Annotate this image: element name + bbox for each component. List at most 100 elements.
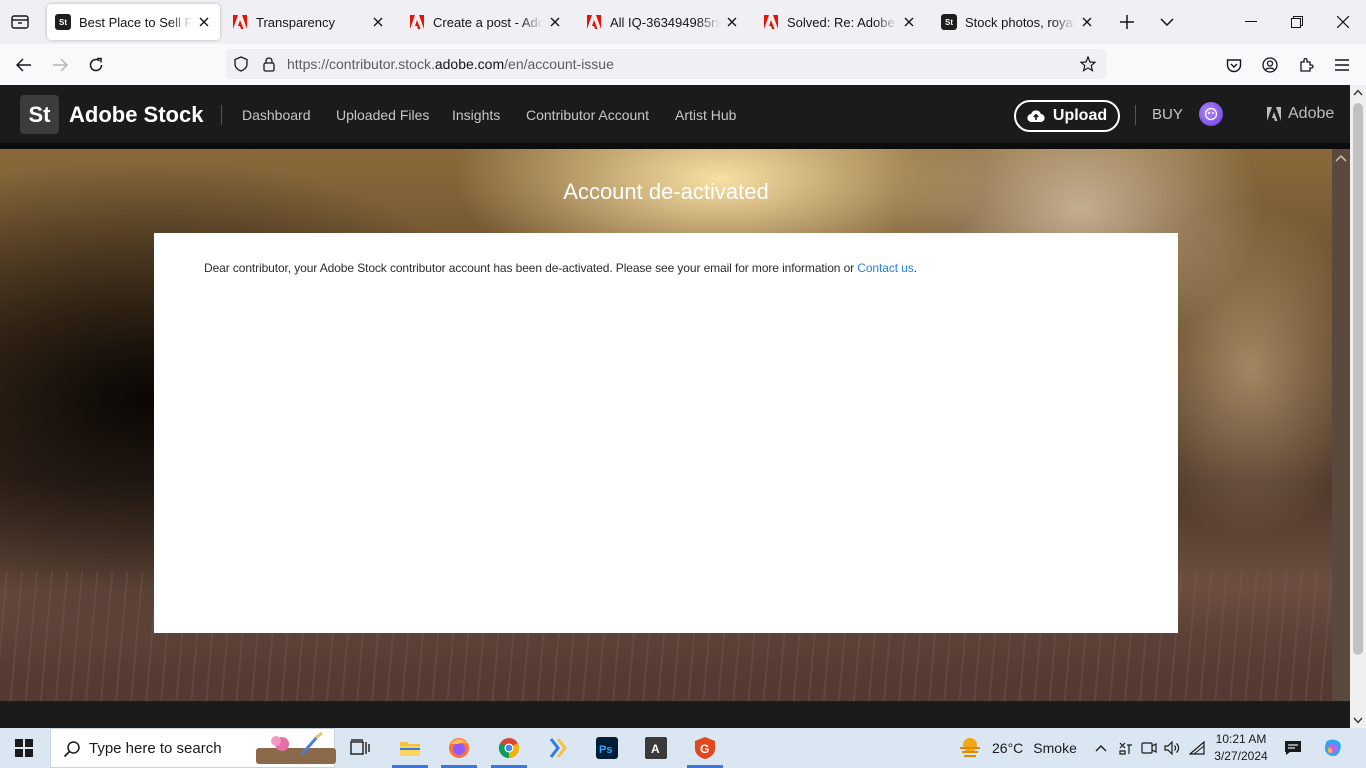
scroll-down-icon[interactable] xyxy=(1353,715,1363,725)
divider xyxy=(1135,105,1136,125)
search-highlight-illustration xyxy=(256,732,336,764)
tab-title: Create a post - Adobe Community xyxy=(433,14,543,30)
inner-scroll-up-icon[interactable] xyxy=(1335,153,1347,163)
adobe-stock-icon: St xyxy=(941,14,957,30)
close-icon[interactable] xyxy=(724,14,740,30)
brand-name[interactable]: Adobe Stock xyxy=(69,102,203,128)
task-view-icon[interactable] xyxy=(336,728,384,768)
window-close-icon[interactable] xyxy=(1320,0,1366,44)
copilot-icon[interactable] xyxy=(1322,738,1344,758)
forward-arrow-icon[interactable] xyxy=(47,52,73,78)
avatar[interactable] xyxy=(1199,102,1223,126)
nav-contributor-account[interactable]: Contributor Account xyxy=(526,107,649,123)
close-icon[interactable] xyxy=(901,14,917,30)
bookmark-star-icon[interactable] xyxy=(1080,56,1096,72)
file-explorer-icon[interactable] xyxy=(386,728,434,768)
lock-icon[interactable] xyxy=(261,56,277,72)
firefox-view-icon[interactable] xyxy=(6,10,34,34)
adobe-logo[interactable]: Adobe xyxy=(1266,105,1334,123)
page-title: Account de-activated xyxy=(563,179,769,204)
browser-tab-6[interactable]: St Stock photos, royalty-free xyxy=(933,4,1103,40)
nav-artist-hub[interactable]: Artist Hub xyxy=(675,107,736,123)
adobe-stock-logo[interactable]: St xyxy=(20,95,59,134)
buy-link[interactable]: BUY xyxy=(1152,106,1183,123)
show-hidden-icons-chevron-up-icon[interactable] xyxy=(1092,738,1110,758)
clock-date: 3/27/2024 xyxy=(1214,749,1268,763)
address-bar[interactable]: https://contributor.stock.adobe.com/en/a… xyxy=(226,49,1106,79)
haze-weather-icon xyxy=(960,738,980,757)
close-icon[interactable] xyxy=(1079,14,1095,30)
close-icon[interactable] xyxy=(370,14,386,30)
pocket-icon[interactable] xyxy=(1221,52,1247,78)
upload-button[interactable]: Upload xyxy=(1014,100,1120,132)
power-automate-icon[interactable] xyxy=(534,728,582,768)
nav-dashboard[interactable]: Dashboard xyxy=(242,107,311,123)
list-all-tabs-chevron-down-icon[interactable] xyxy=(1154,10,1180,34)
clock-time: 10:21 AM xyxy=(1215,732,1267,746)
adobe-stock-header: St Adobe Stock Dashboard Uploaded Files … xyxy=(0,85,1350,143)
page-scrollbar[interactable] xyxy=(1350,85,1366,728)
browser-tab-2[interactable]: Transparency xyxy=(224,4,394,40)
system-clock[interactable]: 10:21 AM 3/27/2024 xyxy=(1208,731,1274,765)
web-page: St Adobe Stock Dashboard Uploaded Files … xyxy=(0,85,1350,728)
account-icon[interactable] xyxy=(1257,52,1283,78)
volume-icon[interactable] xyxy=(1163,738,1181,758)
browser-tab-5[interactable]: Solved: Re: Adobe Stock xyxy=(755,4,925,40)
tracking-protection-shield-icon[interactable] xyxy=(233,56,249,72)
adobe-logo-icon xyxy=(1267,107,1281,121)
back-arrow-icon[interactable] xyxy=(11,52,37,78)
tab-title: Best Place to Sell Photos xyxy=(79,14,192,30)
tab-title: Stock photos, royalty-free xyxy=(965,14,1075,30)
adobe-icon xyxy=(586,14,602,30)
close-icon[interactable] xyxy=(196,14,212,30)
reload-icon[interactable] xyxy=(83,52,109,78)
adobe-icon xyxy=(409,14,425,30)
app-a-icon[interactable]: A xyxy=(632,728,680,768)
message-card: Dear contributor, your Adobe Stock contr… xyxy=(154,233,1178,633)
scroll-up-icon[interactable] xyxy=(1353,87,1363,97)
nav-uploaded-files[interactable]: Uploaded Files xyxy=(336,107,429,123)
input-method-icon[interactable] xyxy=(1116,738,1134,758)
url-text[interactable]: https://contributor.stock.adobe.com/en/a… xyxy=(287,56,614,72)
deactivation-message: Dear contributor, your Adobe Stock contr… xyxy=(204,261,917,275)
svg-text:G: G xyxy=(700,742,709,756)
cloud-upload-icon xyxy=(1027,110,1045,123)
photoshop-icon[interactable]: Ps xyxy=(583,728,631,768)
chrome-icon[interactable] xyxy=(485,728,533,768)
browser-tab-4[interactable]: All IQ-363494985rxf's Emails xyxy=(578,4,748,40)
scrollbar-thumb[interactable] xyxy=(1353,103,1363,655)
meet-now-icon[interactable] xyxy=(1140,738,1158,758)
contact-us-link[interactable]: Contact us xyxy=(857,261,913,275)
upload-label: Upload xyxy=(1052,107,1108,124)
search-icon xyxy=(63,741,80,758)
browser-tab-1[interactable]: St Best Place to Sell Photos xyxy=(47,4,220,40)
weather-desc: Smoke xyxy=(1033,740,1077,756)
inner-scrollbar[interactable] xyxy=(1332,149,1350,701)
restore-icon[interactable] xyxy=(1274,0,1320,44)
notifications-icon[interactable] xyxy=(1284,738,1302,758)
extensions-icon[interactable] xyxy=(1293,52,1319,78)
weather-temp: 26°C xyxy=(992,740,1024,756)
minimize-icon[interactable] xyxy=(1228,0,1274,44)
adobe-icon xyxy=(232,14,248,30)
windows-taskbar: Type here to search Ps A G 26°C Smoke 10… xyxy=(0,728,1366,768)
new-tab-icon[interactable] xyxy=(1114,10,1140,34)
adobe-label: Adobe xyxy=(1288,105,1335,122)
page-footer xyxy=(0,701,1350,728)
taskbar-search-box[interactable]: Type here to search xyxy=(50,728,336,768)
windows-start-icon[interactable] xyxy=(6,736,42,760)
browser-tab-strip: St Best Place to Sell Photos Transparenc… xyxy=(0,0,1366,44)
hamburger-menu-icon[interactable] xyxy=(1329,52,1355,78)
firefox-icon[interactable] xyxy=(435,728,483,768)
weather-widget[interactable]: 26°C Smoke xyxy=(958,737,1077,759)
network-icon[interactable] xyxy=(1188,738,1206,758)
adobe-icon xyxy=(763,14,779,30)
close-icon[interactable] xyxy=(547,14,563,30)
browser-navigation-bar: https://contributor.stock.adobe.com/en/a… xyxy=(0,44,1366,85)
nav-insights[interactable]: Insights xyxy=(452,107,500,123)
svg-text:Ps: Ps xyxy=(599,744,612,756)
divider xyxy=(221,105,222,125)
browser-tab-3[interactable]: Create a post - Adobe Community xyxy=(401,4,571,40)
tab-title: All IQ-363494985rxf's Emails xyxy=(610,14,720,30)
app-g-icon[interactable]: G xyxy=(681,728,729,768)
